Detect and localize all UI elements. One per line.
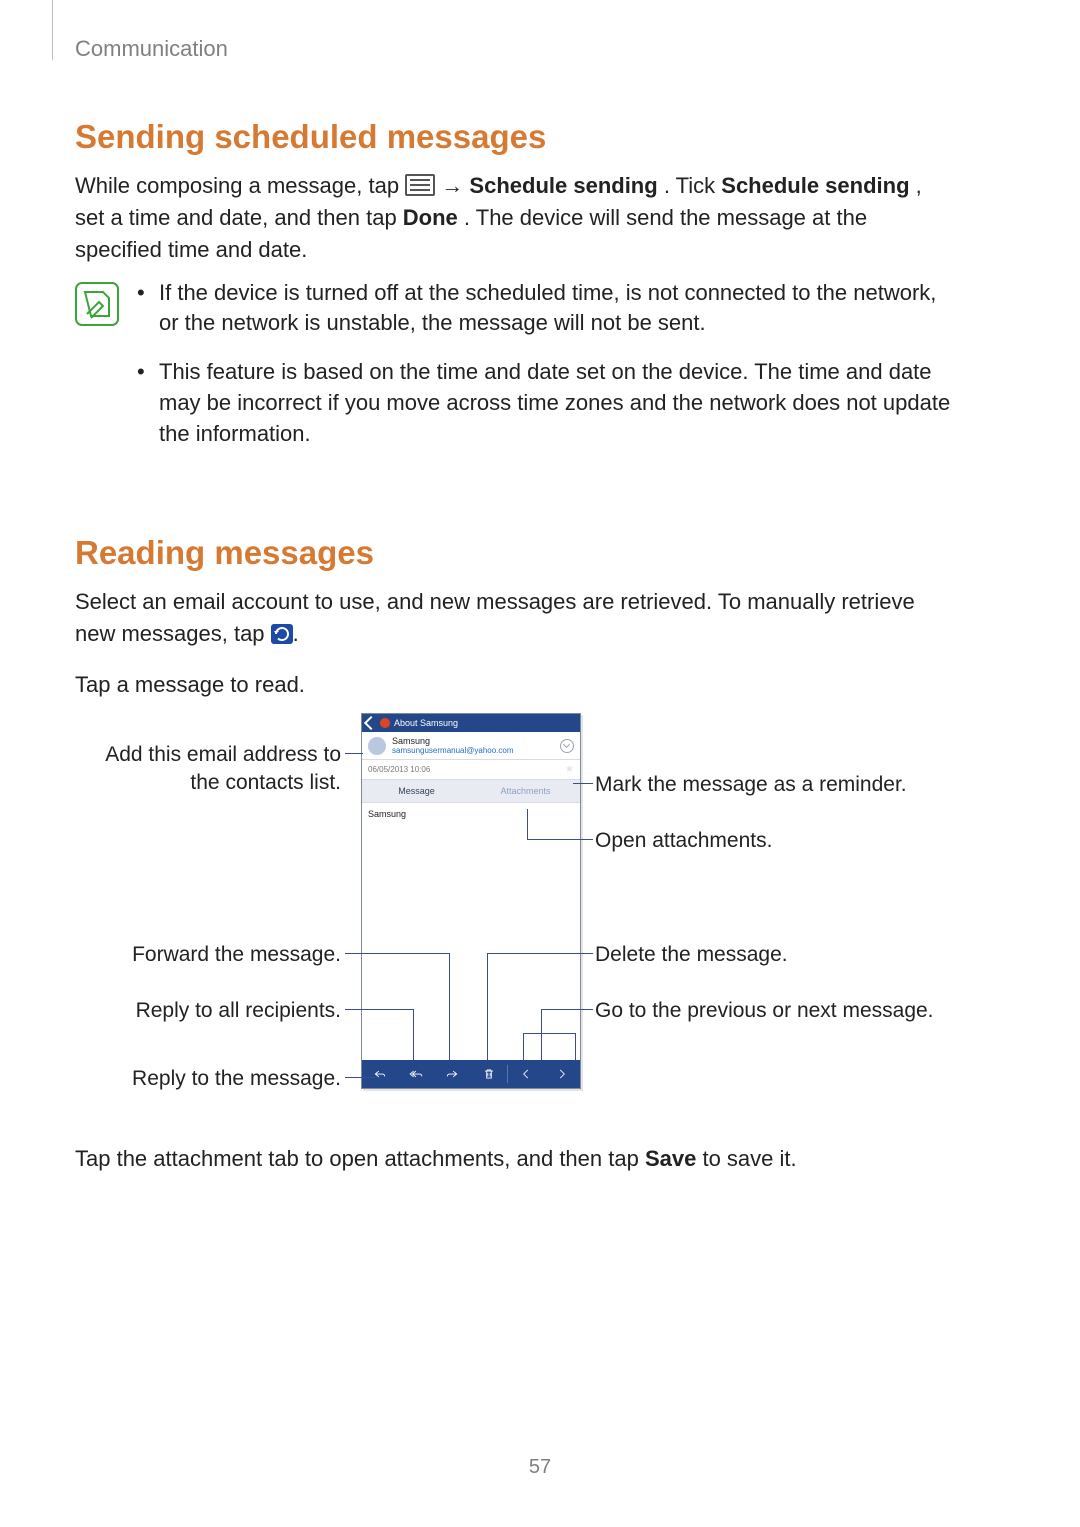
note-list: If the device is turned off at the sched… [137, 278, 955, 468]
note-item: If the device is turned off at the sched… [137, 278, 955, 340]
callout-attachments: Open attachments. [595, 827, 955, 854]
callout-delete: Delete the message. [595, 941, 955, 968]
phone-title: About Samsung [394, 718, 458, 728]
bold-text: Schedule sending [721, 173, 909, 198]
message-date: 06/05/2013 10:06 [368, 765, 430, 774]
text: . Tick [664, 173, 721, 198]
header-rule [52, 0, 53, 60]
prev-icon [508, 1060, 544, 1088]
tab-message: Message [362, 780, 471, 802]
phone-titlebar: About Samsung [362, 714, 580, 732]
callout-forward: Forward the message. [75, 941, 341, 968]
breadcrumb: Communication [75, 36, 955, 62]
refresh-icon [271, 624, 293, 644]
next-icon [544, 1060, 580, 1088]
text: While composing a message, tap [75, 173, 405, 198]
page-number: 57 [0, 1456, 1080, 1479]
heading-sending: Sending scheduled messages [75, 118, 955, 156]
sender-email: samsungusermanual@yahoo.com [392, 746, 514, 755]
bold-text: Schedule sending [469, 173, 657, 198]
reading-p1: Select an email account to use, and new … [75, 586, 955, 650]
mail-dot-icon [380, 718, 390, 728]
text: Select an email account to use, and new … [75, 589, 915, 646]
text: Tap the attachment tab to open attachmen… [75, 1146, 645, 1171]
callout-add-contact: Add this email address to the contacts l… [75, 741, 341, 796]
callout-navigate: Go to the previous or next message. [595, 997, 955, 1024]
reading-figure: About Samsung Samsung samsungusermanual@… [75, 713, 955, 1113]
sender-row: Samsung samsungusermanual@yahoo.com [362, 732, 580, 760]
callout-reply-all: Reply to all recipients. [75, 997, 341, 1024]
heading-reading: Reading messages [75, 534, 955, 572]
note-icon [75, 282, 119, 326]
star-icon: ★ [565, 764, 574, 775]
reply-all-icon [398, 1060, 434, 1088]
note-item: This feature is based on the time and da… [137, 357, 955, 449]
text: → [441, 173, 469, 198]
reading-p2: Tap a message to read. [75, 669, 955, 701]
forward-icon [434, 1060, 470, 1088]
delete-icon [471, 1060, 507, 1088]
avatar [368, 737, 386, 755]
text: to save it. [702, 1146, 796, 1171]
date-row: 06/05/2013 10:06 ★ [362, 760, 580, 780]
menu-icon [405, 174, 435, 196]
callout-reminder: Mark the message as a reminder. [595, 771, 955, 798]
phone-bottom-bar [362, 1060, 580, 1088]
tabs: Message Attachments [362, 780, 580, 803]
reply-icon [362, 1060, 398, 1088]
sender-name: Samsung [392, 736, 514, 746]
text: . [293, 621, 299, 646]
sending-paragraph: While composing a message, tap → Schedul… [75, 170, 955, 266]
tab-attachments: Attachments [471, 780, 580, 802]
callout-reply: Reply to the message. [75, 1065, 341, 1092]
message-body: Samsung [362, 803, 580, 1053]
reading-p3: Tap the attachment tab to open attachmen… [75, 1143, 955, 1175]
expand-icon [560, 739, 574, 753]
bold-text: Save [645, 1146, 696, 1171]
bold-text: Done [403, 205, 458, 230]
back-icon [364, 716, 378, 730]
